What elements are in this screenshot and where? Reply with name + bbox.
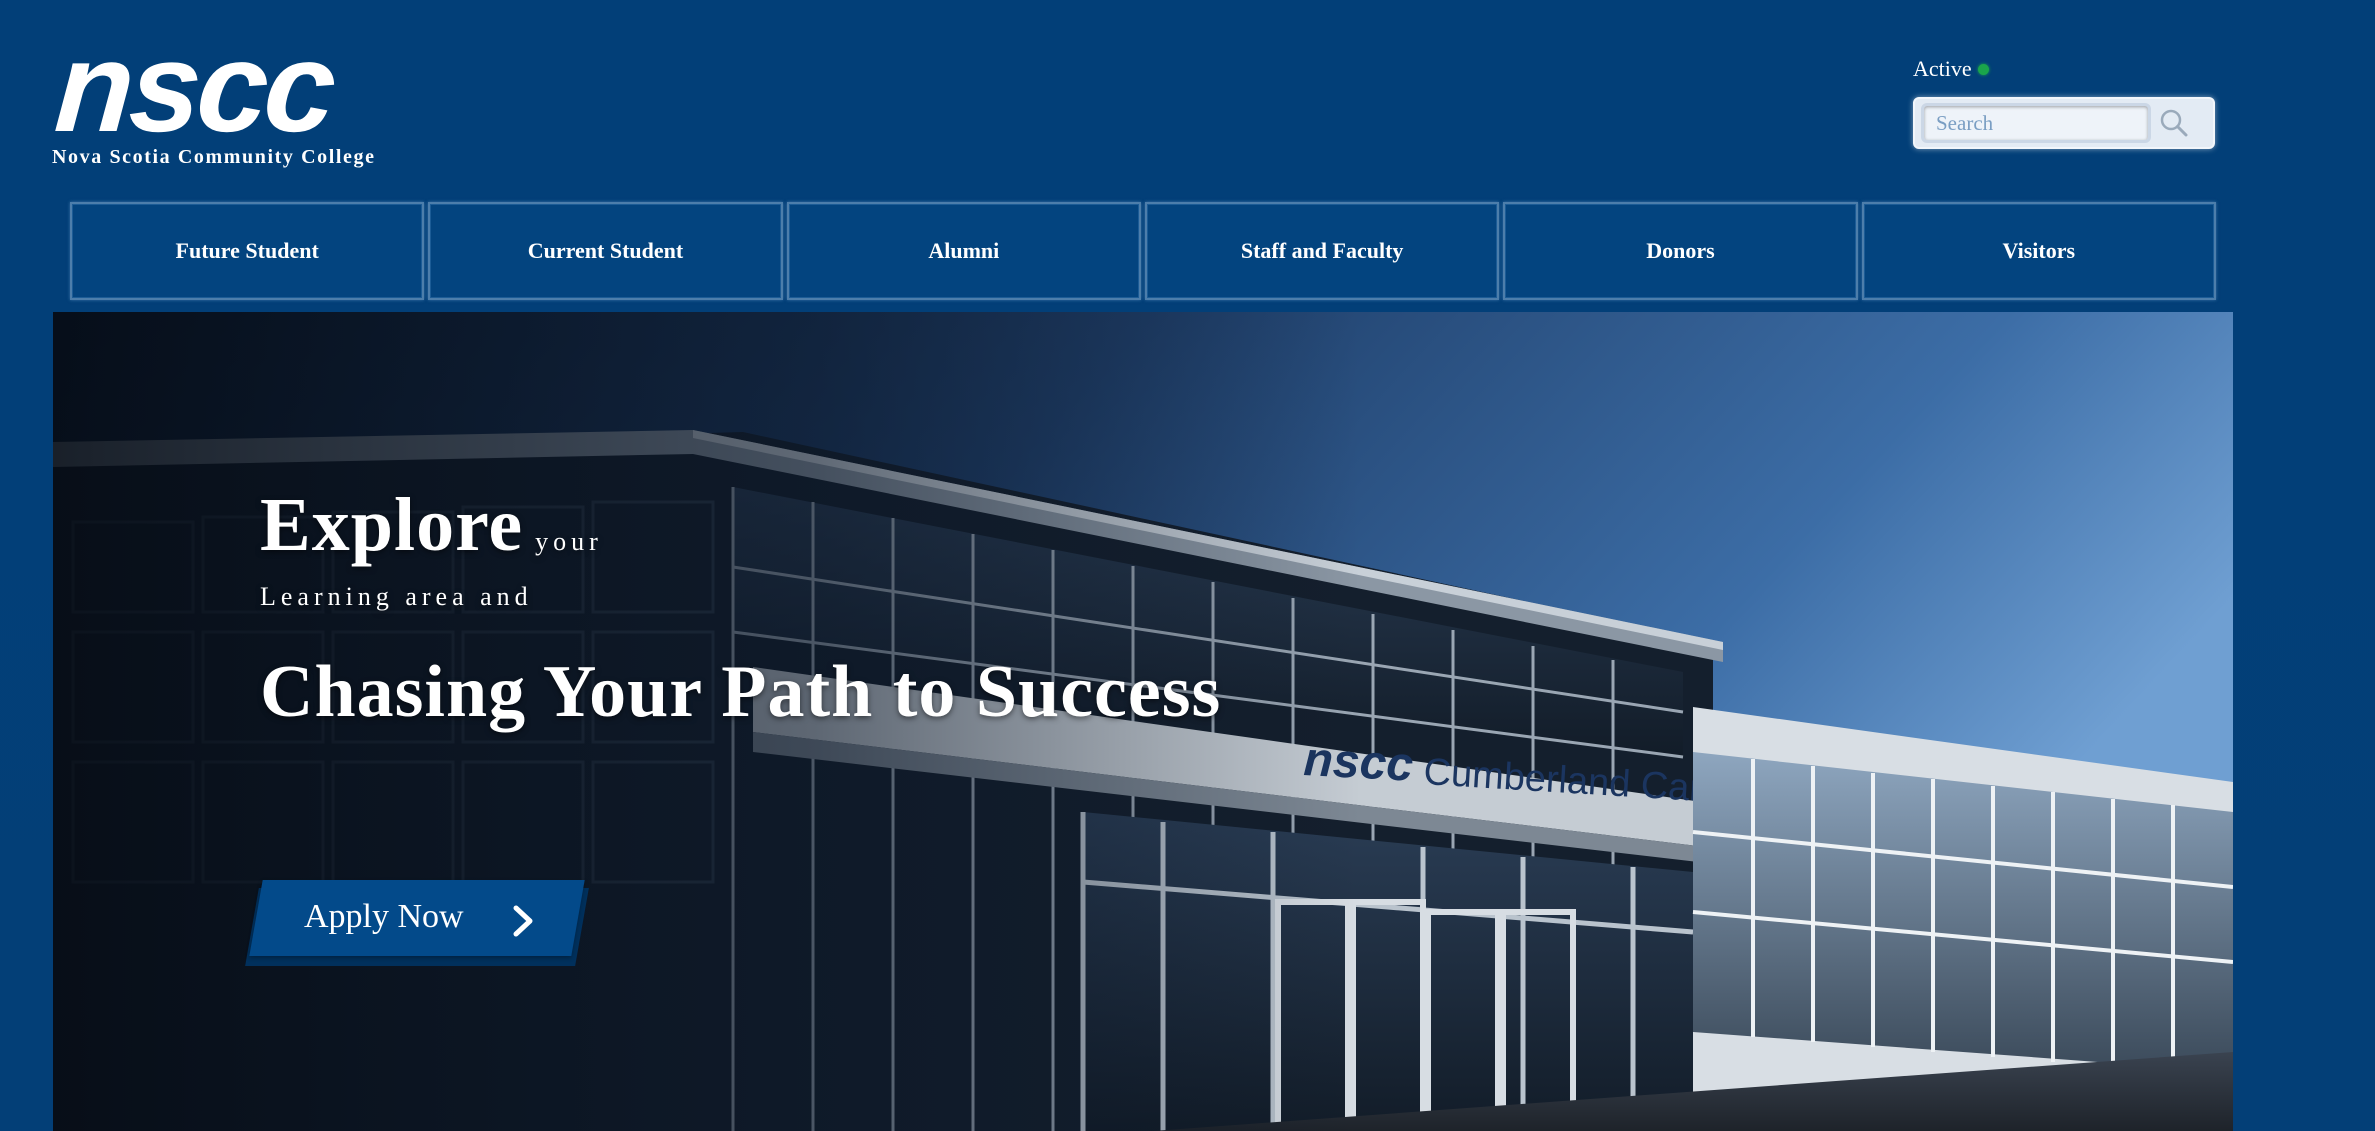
apply-now-button[interactable]: Apply Now (245, 880, 590, 966)
logo-mark: nscc (51, 16, 337, 159)
explore-line: Explore your (260, 482, 1221, 567)
search-input[interactable] (1921, 103, 2151, 143)
nav-item-visitors[interactable]: Visitors (1861, 202, 2216, 300)
nav-item-current-student[interactable]: Current Student (428, 202, 783, 300)
hero-headline: Chasing Your Path to Success (260, 651, 1222, 733)
status-label: Active (1913, 56, 1972, 81)
hero-text: Explore your Learning area and Chasing Y… (260, 482, 1221, 735)
status-dot-icon (1977, 63, 1989, 75)
hero-your: your (535, 527, 603, 556)
nav-item-donors[interactable]: Donors (1503, 202, 1858, 300)
nav-item-alumni[interactable]: Alumni (786, 202, 1141, 300)
hero-learning-line: Learning area and (260, 582, 533, 611)
chevron-right-icon (513, 905, 533, 937)
main-navigation: Future Student Current Student Alumni St… (70, 202, 2216, 300)
page: nscc Nova Scotia Community College Activ… (0, 0, 2375, 1131)
nav-item-future-student[interactable]: Future Student (70, 202, 425, 300)
search-icon (2160, 109, 2188, 137)
search-button[interactable] (2151, 103, 2197, 143)
nav-item-staff-and-faculty[interactable]: Staff and Faculty (1144, 202, 1500, 300)
search-box (1913, 97, 2215, 149)
status-indicator: Active (1913, 56, 1989, 82)
college-logo[interactable]: nscc Nova Scotia Community College (51, 16, 422, 169)
hero-banner: nscc Cumberland Campus (53, 312, 2233, 1131)
hero-explore: Explore (260, 483, 524, 567)
apply-now-label: Apply Now (304, 898, 464, 935)
